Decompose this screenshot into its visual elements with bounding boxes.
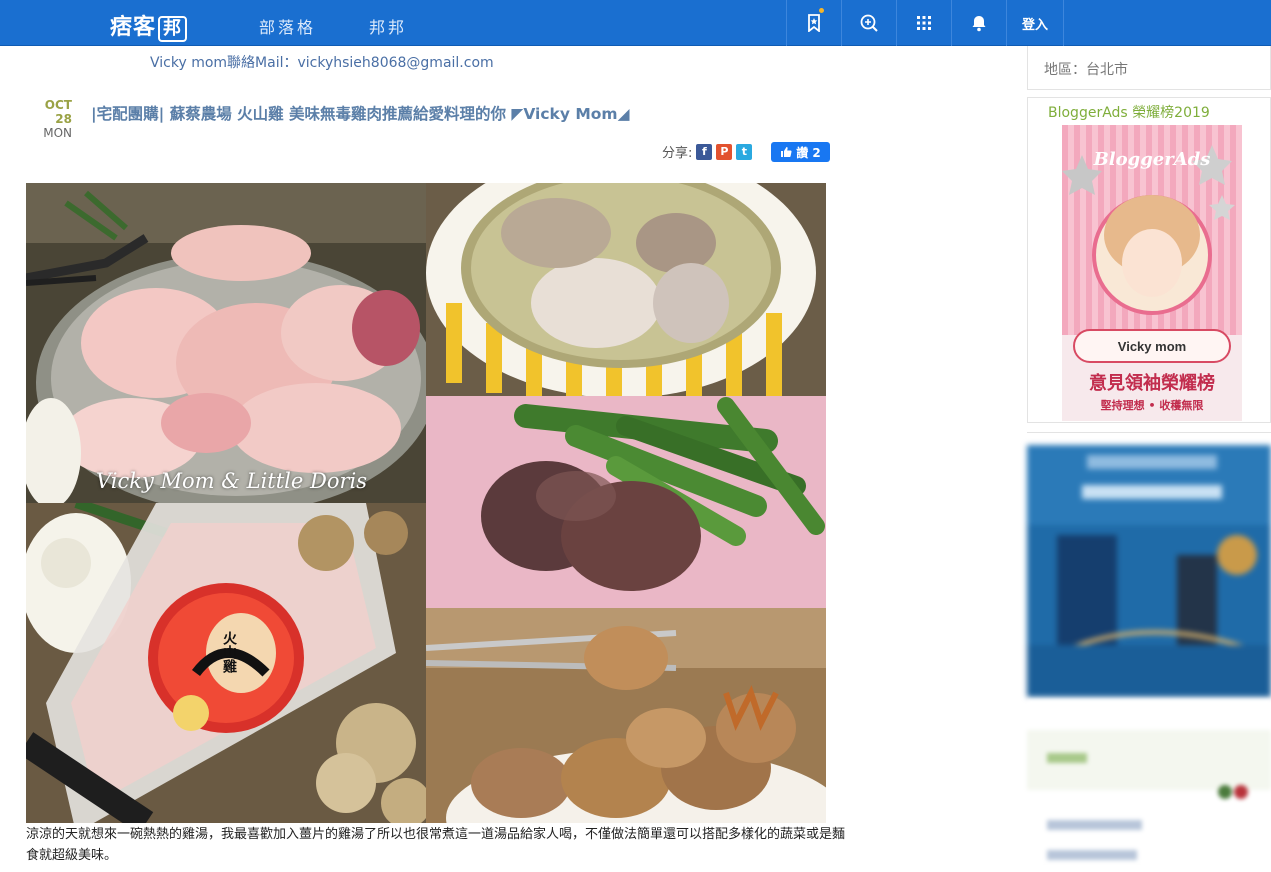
pixnet-logo[interactable]: 痞客邦 bbox=[110, 9, 188, 42]
frozen-chicken-package-photo: 火山雞 bbox=[26, 503, 426, 823]
login-button[interactable]: 登入 bbox=[1006, 0, 1064, 46]
logo-text: 痞客 bbox=[110, 15, 157, 40]
post-title-link[interactable]: |宅配團購| 蘇蔡農場 火山雞 美味無毒雞肉推薦給愛料理的你 ◤Vicky Mo… bbox=[91, 102, 630, 124]
sidebar-divider bbox=[1027, 432, 1271, 433]
raw-chicken-photo: Vicky Mom & Little Doris bbox=[26, 183, 426, 503]
contact-email-text: Vicky mom聯絡Mail：vickyhsieh8068@gmail.com bbox=[150, 55, 494, 71]
logo-box-text: 邦 bbox=[158, 16, 188, 42]
region-text: 地區：台北市 bbox=[1044, 62, 1128, 78]
bookmark-button[interactable] bbox=[786, 0, 841, 46]
banner-brand-text: BloggerAds bbox=[1093, 149, 1211, 170]
thumbs-up-icon bbox=[781, 147, 792, 157]
like-button[interactable]: 讚 2 bbox=[771, 142, 830, 162]
plurk-share-icon[interactable]: P bbox=[716, 143, 733, 160]
notification-dot bbox=[819, 8, 824, 13]
chicken-liver-okra-photo bbox=[426, 396, 826, 608]
twitter-share-icon[interactable]: t bbox=[736, 143, 753, 160]
sidebar-region-box: 地區：台北市 bbox=[1027, 46, 1271, 90]
bloggerads-banner[interactable]: BloggerAds Vicky mom 意見領袖榮耀榜 堅持理想 • 收穫無限 bbox=[1062, 125, 1242, 421]
post-photo-collage[interactable]: Vicky Mom & Little Doris 火山雞 bbox=[26, 183, 826, 823]
sidebar-lower-widgets bbox=[1027, 700, 1271, 868]
notifications-button[interactable] bbox=[951, 0, 1006, 46]
apps-button[interactable] bbox=[896, 0, 951, 46]
nav-bangbang-link[interactable]: 邦邦 bbox=[369, 14, 407, 38]
post-body-text: 涼涼的天就想來一碗熱熱的雞湯，我最喜歡加入薑片的雞湯了所以也很常煮這一道湯品給家… bbox=[26, 827, 846, 863]
post-date-month-day: OCT 28 bbox=[44, 98, 72, 126]
search-plus-icon bbox=[860, 14, 878, 32]
top-navigation-bar: 痞客邦 部落格 邦邦 登入 bbox=[0, 0, 1271, 46]
bloggerads-box: BloggerAds 榮耀榜2019 BloggerAds Vicky mom … bbox=[1027, 97, 1271, 423]
facebook-share-icon[interactable]: f bbox=[696, 143, 713, 160]
post-date: OCT 28 MON bbox=[28, 98, 72, 140]
bookmark-icon bbox=[808, 14, 820, 32]
post-date-weekday: MON bbox=[43, 126, 72, 140]
chicken-soup-photo bbox=[426, 183, 826, 396]
share-label: 分享: bbox=[662, 146, 693, 161]
bloggerads-title[interactable]: BloggerAds 榮耀榜2019 bbox=[1048, 102, 1210, 122]
photo-watermark-text: Vicky Mom & Little Doris bbox=[96, 469, 368, 493]
like-count: 讚 2 bbox=[796, 145, 821, 160]
banner-name-text: Vicky mom bbox=[1118, 339, 1186, 354]
package-label-text: 火山雞 bbox=[221, 631, 237, 673]
bell-icon bbox=[972, 16, 986, 32]
nespresso-ad-banner[interactable] bbox=[1027, 445, 1271, 697]
apps-grid-icon bbox=[917, 16, 931, 30]
nav-blog-link[interactable]: 部落格 bbox=[259, 14, 316, 38]
share-bar: 分享: f P t bbox=[662, 142, 753, 161]
search-button[interactable] bbox=[841, 0, 896, 46]
banner-headline-text: 意見領袖榮耀榜 bbox=[1089, 372, 1215, 394]
braised-chicken-photo bbox=[426, 608, 826, 823]
banner-sub-text: 堅持理想 • 收穫無限 bbox=[1101, 398, 1204, 412]
